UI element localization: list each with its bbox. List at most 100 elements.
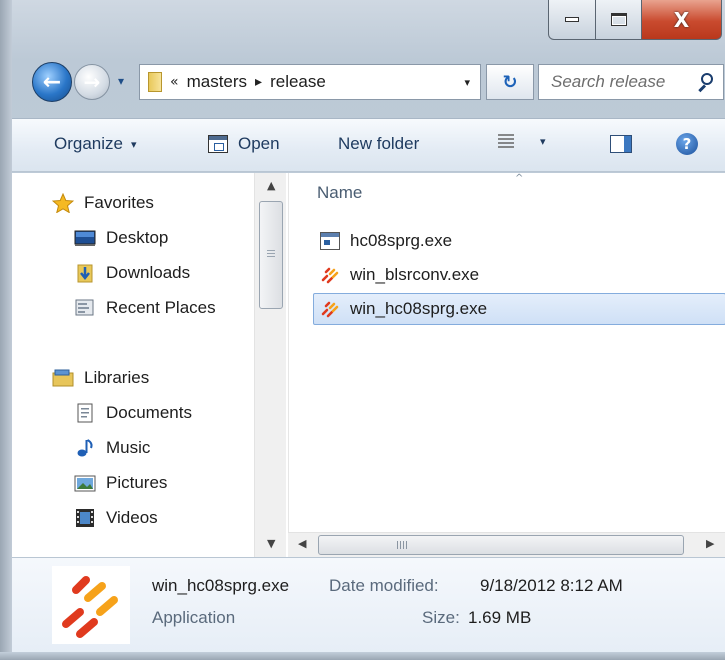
scroll-left-icon[interactable]: ◀ [298, 537, 306, 550]
column-header-name[interactable]: Name [317, 183, 362, 203]
sidebar-item-music[interactable]: Music [74, 433, 150, 463]
sidebar-item-desktop[interactable]: Desktop [74, 223, 168, 253]
details-size-value: 1.69 MB [468, 608, 532, 627]
chevron-down-icon: ▾ [540, 134, 546, 148]
preview-pane-icon [610, 135, 632, 153]
minimize-icon [565, 17, 579, 22]
details-view-icon [498, 134, 514, 148]
breadcrumb-separator-icon[interactable]: ▸ [255, 74, 262, 90]
scroll-up-icon[interactable]: ▲ [267, 179, 275, 192]
search-input[interactable] [551, 72, 691, 92]
refresh-button[interactable]: ↻ [486, 64, 534, 100]
sidebar-item-videos[interactable]: Videos [74, 503, 158, 533]
details-date-value: 9/18/2012 8:12 AM [480, 576, 623, 595]
recent-pages-button[interactable]: ▾ [118, 74, 132, 88]
sidebar-item-libraries[interactable]: Libraries [52, 363, 149, 393]
details-file-type: Application [152, 608, 236, 627]
open-button[interactable]: Open [208, 134, 280, 154]
sidebar-item-label: Favorites [84, 193, 154, 212]
scrollbar-grip-icon [267, 250, 275, 259]
window-left-border [0, 0, 12, 660]
scrollbar-grip-icon [397, 541, 407, 549]
organize-label: Organize [54, 134, 123, 153]
back-button[interactable]: ← [32, 62, 72, 102]
file-list-horizontal-scrollbar[interactable]: ◀ ▶ [288, 532, 725, 557]
help-button[interactable]: ? [676, 133, 698, 155]
chevron-down-icon: ▾ [130, 137, 137, 151]
sort-ascending-icon: ^ [515, 173, 524, 184]
details-pane: win_hc08sprg.exe Application Date modifi… [12, 557, 725, 660]
preview-pane-button[interactable] [610, 135, 632, 153]
window-bottom-border [0, 652, 725, 660]
application-window-icon [320, 232, 340, 250]
freescale-logo-icon [62, 576, 118, 638]
file-name: win_blsrconv.exe [350, 265, 480, 284]
navigation-pane: Favorites Desktop Downloads Recent Place… [12, 173, 288, 557]
minimize-button[interactable] [548, 0, 596, 40]
file-row-hc08sprg[interactable]: hc08sprg.exe [313, 225, 725, 257]
search-icon[interactable] [697, 73, 715, 93]
folder-icon [148, 72, 162, 92]
scrollbar-thumb[interactable] [259, 201, 283, 309]
sidebar-item-label: Pictures [106, 473, 168, 492]
maximize-icon [610, 13, 627, 26]
forward-arrow-icon: → [83, 70, 101, 94]
navigation-bar: ← → ▾ « masters ▸ release ▾ ↻ [12, 60, 725, 104]
file-name: win_hc08sprg.exe [350, 299, 488, 318]
pictures-icon [74, 475, 96, 492]
scrollbar-thumb[interactable] [318, 535, 684, 555]
change-view-button[interactable]: ▾ [498, 134, 546, 148]
star-icon [52, 193, 74, 213]
details-date-label: Date modified: [329, 576, 439, 595]
music-icon [77, 439, 93, 457]
scroll-right-icon[interactable]: ▶ [706, 537, 714, 550]
sidebar-item-pictures[interactable]: Pictures [74, 468, 167, 498]
sidebar-item-label: Libraries [84, 368, 150, 387]
sidebar-item-documents[interactable]: Documents [74, 398, 192, 428]
file-row-win-hc08sprg[interactable]: win_hc08sprg.exe [313, 293, 725, 325]
sidebar-item-label: Desktop [106, 228, 169, 247]
open-application-icon [208, 135, 228, 153]
open-label: Open [238, 134, 280, 153]
breadcrumb-overflow-icon[interactable]: « [170, 74, 179, 90]
libraries-icon [52, 369, 74, 387]
new-folder-label: New folder [338, 134, 420, 153]
forward-button[interactable]: → [74, 64, 110, 100]
navigation-pane-scrollbar[interactable]: ▲ ▼ [254, 173, 286, 557]
downloads-icon [77, 264, 93, 283]
sidebar-item-label: Recent Places [106, 298, 216, 317]
close-button[interactable]: X [642, 0, 722, 40]
refresh-icon: ↻ [502, 71, 518, 93]
videos-icon [76, 509, 94, 527]
back-arrow-icon: ← [42, 69, 62, 95]
details-file-name: win_hc08sprg.exe [152, 576, 290, 595]
help-icon: ? [676, 133, 698, 155]
sidebar-item-recent-places[interactable]: Recent Places [74, 293, 216, 323]
sidebar-item-downloads[interactable]: Downloads [74, 258, 190, 288]
file-row-win-blsrconv[interactable]: win_blsrconv.exe [313, 259, 725, 291]
search-box[interactable] [538, 64, 724, 100]
address-history-dropdown-icon[interactable]: ▾ [464, 76, 470, 89]
breadcrumb-release[interactable]: release [270, 72, 326, 92]
sidebar-item-label: Videos [106, 508, 158, 527]
freescale-app-icon [321, 301, 339, 318]
desktop-icon [74, 230, 96, 246]
file-list: ^ Name hc08sprg.exe win_blsrconv.exe win… [288, 173, 725, 532]
breadcrumb-masters[interactable]: masters [187, 72, 247, 92]
address-bar[interactable]: « masters ▸ release ▾ [139, 64, 481, 100]
organize-button[interactable]: Organize ▾ [54, 134, 137, 154]
recent-places-icon [75, 299, 94, 316]
sidebar-item-label: Music [106, 438, 151, 457]
sidebar-item-label: Downloads [106, 263, 191, 282]
freescale-app-icon [321, 267, 339, 284]
maximize-button[interactable] [596, 0, 642, 40]
chevron-down-icon: ▾ [118, 74, 125, 88]
new-folder-button[interactable]: New folder [338, 134, 419, 154]
caption-buttons: X [548, 0, 722, 44]
close-icon: X [673, 7, 690, 32]
sidebar-item-label: Documents [106, 403, 192, 422]
scroll-down-icon[interactable]: ▼ [267, 537, 275, 550]
documents-icon [77, 403, 93, 423]
sidebar-item-favorites[interactable]: Favorites [52, 188, 154, 218]
file-name: hc08sprg.exe [350, 231, 453, 250]
